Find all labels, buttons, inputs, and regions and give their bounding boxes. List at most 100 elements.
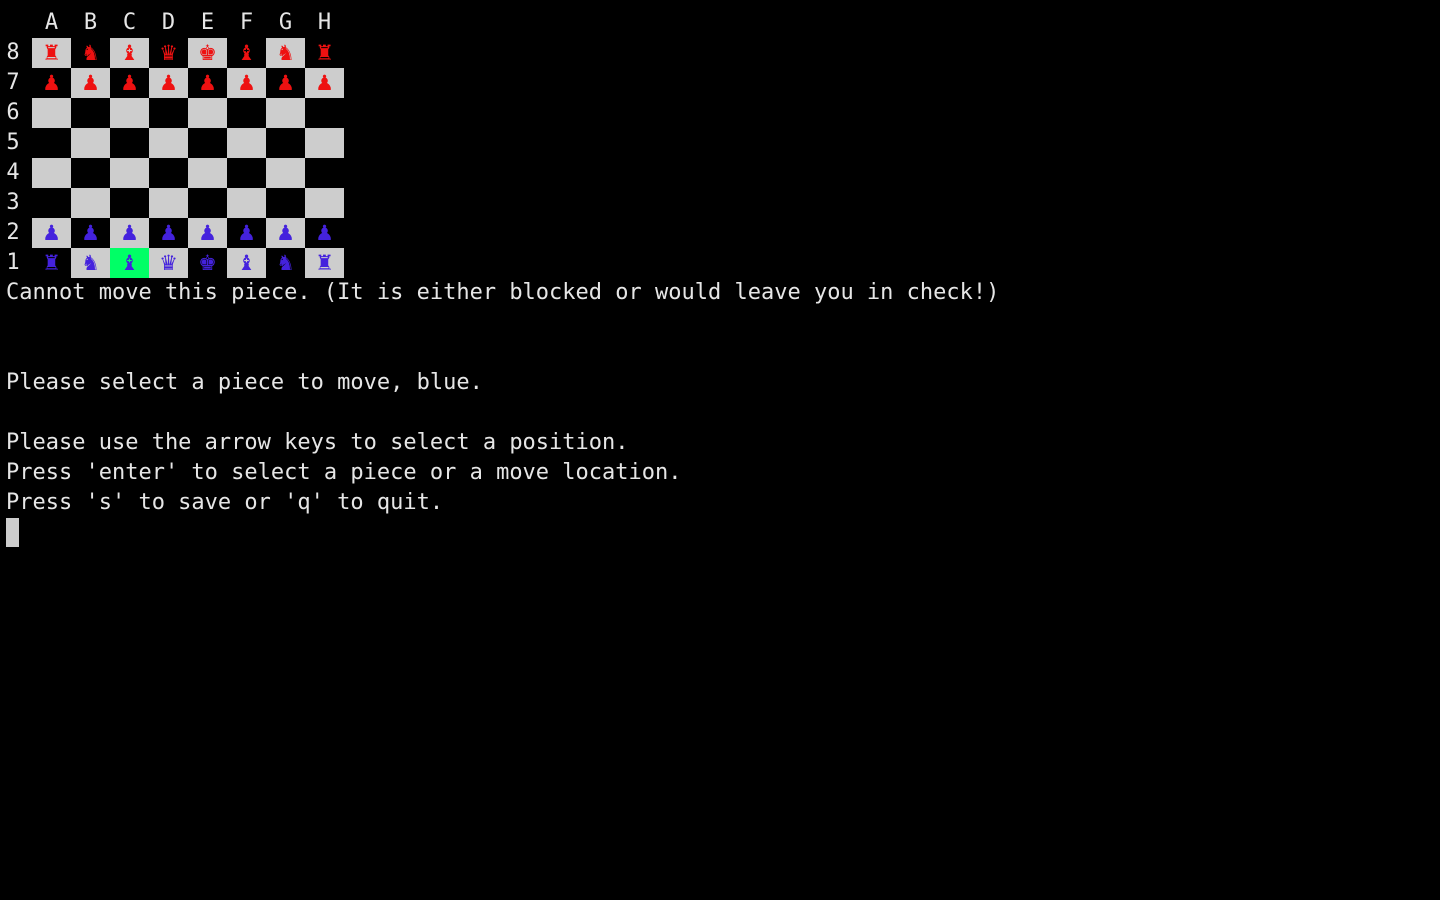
square-d8[interactable]: ♛ [149,38,188,68]
square-h3[interactable] [305,188,344,218]
square-d5[interactable] [149,128,188,158]
square-g2[interactable]: ♟ [266,218,305,248]
turn-prompt: Please select a piece to move, blue. [6,370,483,395]
square-e2[interactable]: ♟ [188,218,227,248]
terminal-window: ABCDEFGH 8 7 6 5 4 3 2 1 ♜ ♞ ♝ ♛ ♚ ♝ ♞ ♜ ♟ ♟ ♟ ♟ ♟ ♟ ♟ ♟ ♟ ♟ ♟ ♟ ♟ ♟… [0,0,1440,900]
square-e3[interactable] [188,188,227,218]
file-label-g: G [278,10,293,35]
square-d3[interactable] [149,188,188,218]
blue-piece-f1: ♝ [237,251,256,275]
square-c1[interactable]: ♝ [110,248,149,278]
rank-label-3: 3 [6,190,20,215]
red-piece-g7: ♟ [276,71,295,95]
red-piece-e8: ♚ [198,41,217,65]
rank-label-8: 8 [6,40,20,65]
error-message: Cannot move this piece. (It is either bl… [6,280,1000,305]
square-b2[interactable]: ♟ [71,218,110,248]
square-f7[interactable]: ♟ [227,68,266,98]
square-h7[interactable]: ♟ [305,68,344,98]
square-f6[interactable] [227,98,266,128]
square-a4[interactable] [32,158,71,188]
square-f2[interactable]: ♟ [227,218,266,248]
square-f3[interactable] [227,188,266,218]
rank-label-6: 6 [6,100,20,125]
square-h1[interactable]: ♜ [305,248,344,278]
square-d7[interactable]: ♟ [149,68,188,98]
square-f5[interactable] [227,128,266,158]
rank-label-4: 4 [6,160,20,185]
red-piece-f7: ♟ [237,71,256,95]
chess-board[interactable]: ♜ ♞ ♝ ♛ ♚ ♝ ♞ ♜ ♟ ♟ ♟ ♟ ♟ ♟ ♟ ♟ ♟ ♟ ♟ ♟ ♟ ♟ ♟ ♟ ♜ ♞ ♝ ♛ ♚ ♝ ♞ ♜ [32,38,344,278]
blue-piece-b2: ♟ [81,221,100,245]
square-f4[interactable] [227,158,266,188]
square-g4[interactable] [266,158,305,188]
square-g5[interactable] [266,128,305,158]
square-c5[interactable] [110,128,149,158]
square-d2[interactable]: ♟ [149,218,188,248]
square-c7[interactable]: ♟ [110,68,149,98]
square-g1[interactable]: ♞ [266,248,305,278]
blue-piece-f2: ♟ [237,221,256,245]
square-d6[interactable] [149,98,188,128]
square-h8[interactable]: ♜ [305,38,344,68]
file-label-a: A [44,10,59,35]
square-f1[interactable]: ♝ [227,248,266,278]
square-e6[interactable] [188,98,227,128]
square-h6[interactable] [305,98,344,128]
square-b5[interactable] [71,128,110,158]
square-a1[interactable]: ♜ [32,248,71,278]
square-a6[interactable] [32,98,71,128]
square-e4[interactable] [188,158,227,188]
square-e7[interactable]: ♟ [188,68,227,98]
square-c4[interactable] [110,158,149,188]
blue-piece-a2: ♟ [42,221,61,245]
red-piece-h8: ♜ [315,41,334,65]
square-b3[interactable] [71,188,110,218]
blue-piece-h2: ♟ [315,221,334,245]
blue-piece-g2: ♟ [276,221,295,245]
square-a3[interactable] [32,188,71,218]
help-save-quit: Press 's' to save or 'q' to quit. [6,490,444,515]
square-c3[interactable] [110,188,149,218]
blue-piece-e1: ♚ [198,251,217,275]
square-e1[interactable]: ♚ [188,248,227,278]
red-piece-a7: ♟ [42,71,61,95]
file-label-b: B [83,10,98,35]
square-d4[interactable] [149,158,188,188]
square-b7[interactable]: ♟ [71,68,110,98]
square-h2[interactable]: ♟ [305,218,344,248]
square-b8[interactable]: ♞ [71,38,110,68]
square-e8[interactable]: ♚ [188,38,227,68]
terminal-cursor[interactable] [6,518,19,547]
blue-piece-d2: ♟ [159,221,178,245]
square-c8[interactable]: ♝ [110,38,149,68]
file-label-f: F [239,10,254,35]
square-g8[interactable]: ♞ [266,38,305,68]
square-a7[interactable]: ♟ [32,68,71,98]
square-g3[interactable] [266,188,305,218]
square-h4[interactable] [305,158,344,188]
square-g7[interactable]: ♟ [266,68,305,98]
square-h5[interactable] [305,128,344,158]
blue-piece-e2: ♟ [198,221,217,245]
blue-piece-c2: ♟ [120,221,139,245]
square-b1[interactable]: ♞ [71,248,110,278]
file-label-h: H [317,10,332,35]
square-d1[interactable]: ♛ [149,248,188,278]
square-a5[interactable] [32,128,71,158]
blue-piece-b1: ♞ [81,251,100,275]
red-piece-d8: ♛ [159,41,178,65]
blue-piece-d1: ♛ [159,251,178,275]
square-a2[interactable]: ♟ [32,218,71,248]
square-e5[interactable] [188,128,227,158]
square-g6[interactable] [266,98,305,128]
square-c6[interactable] [110,98,149,128]
square-b6[interactable] [71,98,110,128]
square-a8[interactable]: ♜ [32,38,71,68]
red-piece-c7: ♟ [120,71,139,95]
rank-label-1: 1 [6,250,20,275]
red-piece-d7: ♟ [159,71,178,95]
square-b4[interactable] [71,158,110,188]
square-c2[interactable]: ♟ [110,218,149,248]
square-f8[interactable]: ♝ [227,38,266,68]
